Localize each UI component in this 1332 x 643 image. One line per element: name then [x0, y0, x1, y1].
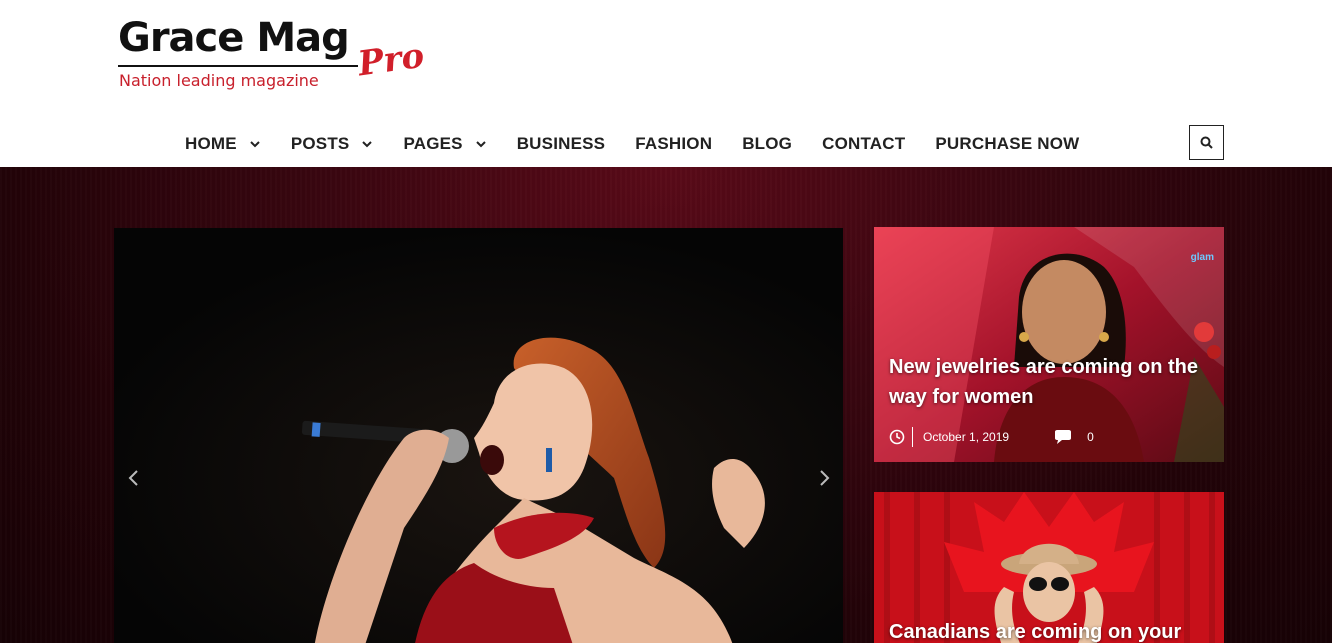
- post-title[interactable]: Canadians are coming on your: [889, 617, 1209, 643]
- main-slider[interactable]: [114, 228, 843, 643]
- nav-item-blog[interactable]: BLOG: [742, 134, 792, 154]
- logo-tagline: Nation leading magazine: [119, 71, 319, 90]
- nav-item-contact[interactable]: CONTACT: [822, 134, 905, 154]
- side-post-card[interactable]: glam New jewelries are coming on the way…: [874, 227, 1224, 462]
- comment-icon: [1055, 430, 1072, 444]
- nav-item-label: PURCHASE NOW: [935, 134, 1080, 153]
- chevron-down-icon: [362, 141, 373, 148]
- search-button[interactable]: [1189, 125, 1224, 160]
- logo-title: Grace Mag: [118, 15, 350, 61]
- post-date[interactable]: October 1, 2019: [923, 430, 1009, 444]
- comment-count[interactable]: 0: [1087, 430, 1094, 444]
- search-icon: [1200, 136, 1213, 149]
- chevron-down-icon: [475, 141, 486, 148]
- meta-divider: [912, 427, 913, 447]
- nav-item-label: CONTACT: [822, 134, 906, 153]
- nav-item-label: BUSINESS: [516, 134, 606, 153]
- main-nav: HOME POSTS PAGES BUSINESS FASHION BLOG C…: [185, 130, 1109, 158]
- singer-image: [114, 228, 843, 643]
- clock-icon: [889, 429, 905, 445]
- nav-item-label: POSTS: [290, 134, 350, 153]
- nav-item-business[interactable]: BUSINESS: [517, 134, 606, 154]
- chevron-right-icon[interactable]: [814, 466, 834, 490]
- post-meta: October 1, 2019 0: [889, 427, 1094, 447]
- nav-item-home[interactable]: HOME: [185, 134, 261, 154]
- nav-item-purchase-now[interactable]: PURCHASE NOW: [935, 134, 1079, 154]
- post-title[interactable]: New jewelries are coming on the way for …: [889, 352, 1209, 412]
- logo-suffix: Pro: [355, 35, 427, 85]
- site-logo[interactable]: Grace Mag Pro Nation leading magazine: [118, 14, 428, 94]
- side-post-card[interactable]: Canadians are coming on your: [874, 492, 1224, 643]
- nav-item-label: HOME: [185, 134, 237, 153]
- nav-item-fashion[interactable]: FASHION: [635, 134, 712, 154]
- chevron-down-icon: [250, 141, 260, 148]
- image-watermark: glam: [1190, 252, 1214, 263]
- nav-item-label: PAGES: [403, 134, 463, 153]
- logo-underline: [118, 65, 358, 67]
- nav-item-pages[interactable]: PAGES: [403, 134, 486, 154]
- nav-item-label: FASHION: [635, 134, 713, 153]
- hero-section: glam New jewelries are coming on the way…: [0, 167, 1332, 643]
- nav-item-posts[interactable]: POSTS: [291, 134, 374, 154]
- site-header: Grace Mag Pro Nation leading magazine HO…: [0, 0, 1332, 167]
- nav-item-label: BLOG: [742, 134, 793, 153]
- chevron-left-icon[interactable]: [124, 466, 144, 490]
